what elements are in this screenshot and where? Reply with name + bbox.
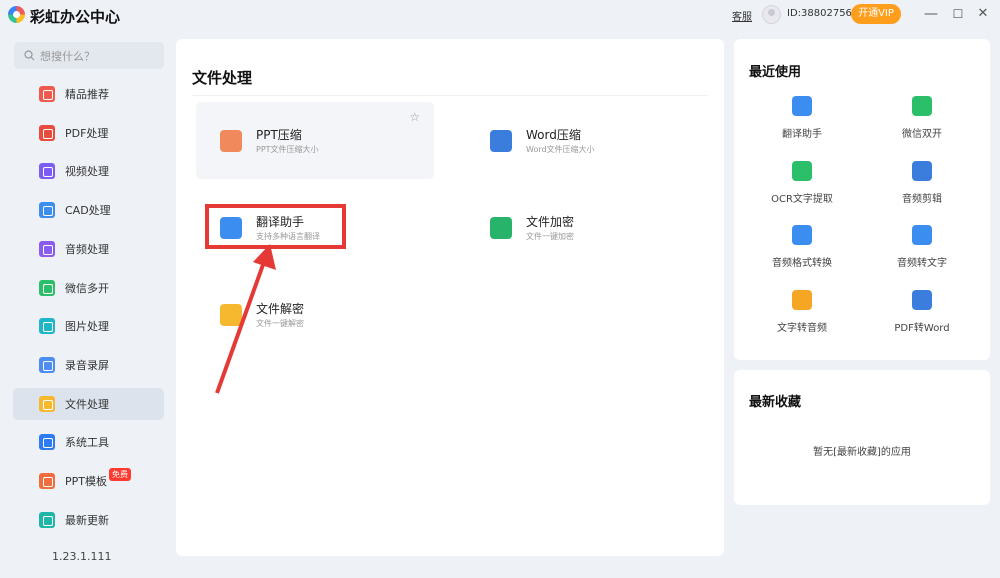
recent-item-label: 音频剪辑	[902, 193, 942, 205]
translate-icon	[792, 96, 812, 116]
recent-item[interactable]: 音频转文字	[862, 225, 982, 269]
recent-item-label: 翻译助手	[782, 129, 822, 140]
recent-item-label: PDF转Word	[894, 322, 950, 334]
recent-item-label: 文字转音频	[777, 322, 827, 334]
recent-title: 最近使用	[749, 65, 802, 80]
recent-item[interactable]: 文字转音频	[742, 289, 862, 334]
recent-item[interactable]: 微信双开	[862, 96, 982, 140]
recent-item-label: 微信双开	[902, 129, 942, 140]
recent-item-label: OCR文字提取	[771, 193, 833, 205]
favorites-empty-text: 暂无[最新收藏]的应用	[813, 447, 911, 458]
favorites-panel: 最新收藏 暂无[最新收藏]的应用	[734, 370, 990, 505]
recent-item-label: 音频格式转换	[772, 258, 832, 269]
wechat-icon	[912, 96, 932, 116]
audio-convert-icon	[792, 225, 812, 245]
pdf-word-icon	[912, 289, 932, 310]
recent-item[interactable]: OCR文字提取	[742, 160, 862, 205]
recent-item-label: 音频转文字	[897, 258, 947, 269]
text-audio-icon	[792, 289, 812, 310]
recent-item[interactable]: 翻译助手	[742, 96, 862, 140]
recent-item[interactable]: 音频格式转换	[742, 225, 862, 269]
recent-item[interactable]: PDF转Word	[862, 289, 982, 334]
ocr-icon	[792, 160, 812, 181]
favorites-title: 最新收藏	[749, 395, 802, 410]
audio-cut-icon	[912, 160, 932, 181]
recent-item[interactable]: 音频剪辑	[862, 160, 982, 205]
audio-text-icon	[912, 225, 932, 245]
recent-panel: 最近使用 翻译助手 微信双开 OCR文字提取 音频剪辑音频格式转换 音频转文字文字转音频…	[734, 39, 990, 360]
